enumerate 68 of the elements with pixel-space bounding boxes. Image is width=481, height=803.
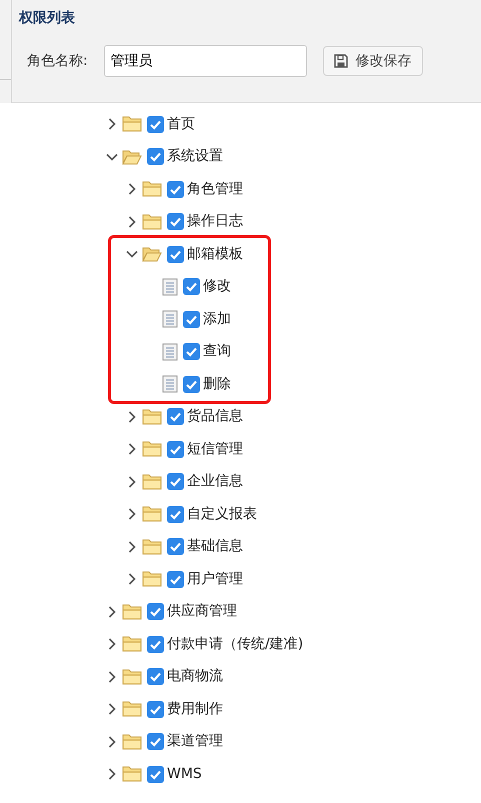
- folder-icon: [122, 765, 142, 784]
- checkbox[interactable]: [167, 506, 184, 523]
- checkbox[interactable]: [183, 343, 200, 360]
- checkbox[interactable]: [183, 376, 200, 393]
- checkbox[interactable]: [167, 473, 184, 490]
- checkbox[interactable]: [147, 700, 164, 718]
- folder-icon: [142, 570, 162, 588]
- tree-item-label[interactable]: 短信管理: [187, 438, 243, 460]
- checkbox[interactable]: [147, 603, 164, 620]
- folder-icon: [142, 505, 162, 524]
- folder-icon: [122, 732, 142, 751]
- tree-item-label[interactable]: 费用制作: [167, 698, 223, 720]
- document-icon: [162, 342, 178, 361]
- checkbox[interactable]: [167, 246, 184, 263]
- checkbox[interactable]: [147, 766, 164, 783]
- tree-item-label[interactable]: WMS: [167, 764, 202, 785]
- tree-item-label[interactable]: 修改: [203, 276, 231, 298]
- folder-icon: [122, 635, 142, 654]
- checkbox[interactable]: [147, 636, 164, 653]
- tree-item-label[interactable]: 角色管理: [187, 178, 243, 200]
- tree-item-label[interactable]: 操作日志: [187, 211, 243, 232]
- checkbox[interactable]: [167, 408, 184, 426]
- checkbox[interactable]: [183, 310, 200, 328]
- tree-item-label[interactable]: 自定义报表: [187, 504, 257, 525]
- tree-item-label[interactable]: 企业信息: [187, 471, 243, 492]
- tree-item-label[interactable]: 渠道管理: [167, 731, 223, 752]
- checkbox[interactable]: [147, 148, 164, 166]
- checkbox[interactable]: [147, 668, 164, 686]
- tree-item-label[interactable]: 电商物流: [167, 666, 223, 688]
- folder-icon: [122, 700, 142, 718]
- open-folder-icon: [122, 148, 142, 166]
- panel-title: 权限列表: [19, 9, 75, 28]
- tree-item-label[interactable]: 基础信息: [187, 536, 243, 558]
- tree-item-label[interactable]: 货品信息: [187, 406, 243, 428]
- save-icon: [334, 54, 348, 68]
- role-name-label: 角色名称:: [27, 52, 88, 70]
- document-icon: [162, 278, 178, 296]
- checkbox[interactable]: [167, 440, 184, 458]
- tree-item-label[interactable]: 首页: [167, 114, 195, 135]
- tree-item-label[interactable]: 供应商管理: [167, 601, 237, 622]
- checkbox[interactable]: [147, 116, 164, 133]
- checkbox[interactable]: [167, 570, 184, 588]
- folder-icon: [142, 472, 162, 491]
- folder-icon: [142, 408, 162, 426]
- folder-icon: [142, 538, 162, 556]
- document-icon: [162, 375, 178, 394]
- tree-item-label[interactable]: 邮箱模板: [187, 244, 243, 265]
- checkbox[interactable]: [183, 278, 200, 296]
- checkbox[interactable]: [167, 180, 184, 198]
- folder-icon: [142, 212, 162, 231]
- folder-icon: [122, 602, 142, 621]
- open-folder-icon: [142, 245, 162, 264]
- tree-item-label[interactable]: 用户管理: [187, 568, 243, 590]
- tree-item-label[interactable]: 查询: [203, 341, 231, 362]
- tree-item-label[interactable]: 系统设置: [167, 146, 223, 168]
- checkbox[interactable]: [167, 213, 184, 230]
- document-icon: [162, 310, 178, 328]
- folder-icon: [142, 180, 162, 198]
- folder-icon: [122, 668, 142, 686]
- folder-icon: [122, 115, 142, 134]
- checkbox[interactable]: [167, 538, 184, 556]
- tree-item-label[interactable]: 删除: [203, 374, 231, 395]
- tree-item-label[interactable]: 付款申请（传统/建准): [167, 634, 304, 655]
- role-name-field[interactable]: 管理员: [104, 45, 307, 77]
- tree-item-label[interactable]: 添加: [203, 308, 231, 330]
- save-button[interactable]: 修改保存: [322, 46, 423, 76]
- checkbox[interactable]: [147, 733, 164, 750]
- folder-icon: [142, 440, 162, 458]
